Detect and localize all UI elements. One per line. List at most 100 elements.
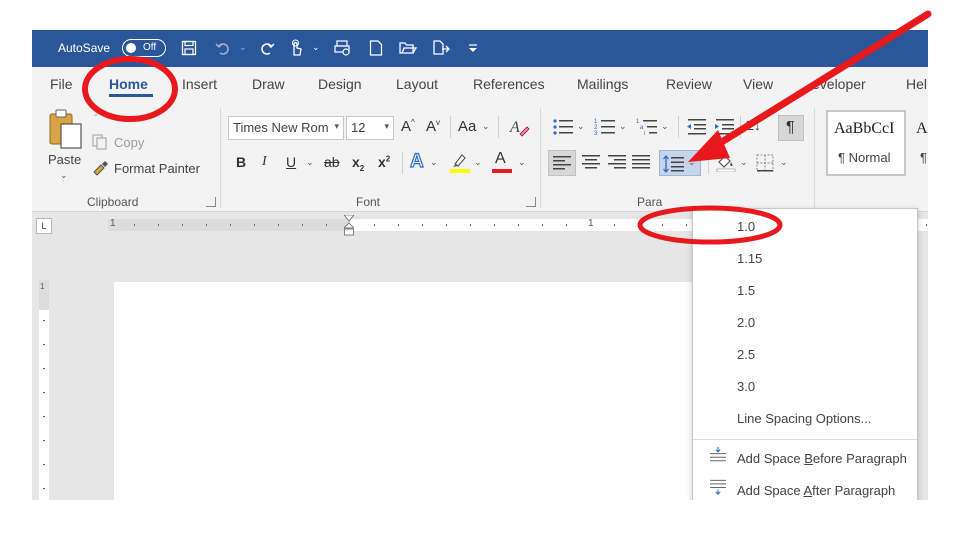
underline-button[interactable]: U xyxy=(286,154,296,170)
borders-dropdown-icon[interactable]: ⌄ xyxy=(780,157,788,168)
copy-button[interactable]: Copy xyxy=(92,132,162,154)
text-effects-button[interactable]: A xyxy=(409,150,424,173)
tab-mailings[interactable]: Mailings xyxy=(577,76,628,92)
font-color-button[interactable]: A xyxy=(492,150,512,176)
save-icon[interactable] xyxy=(178,37,200,59)
group-separator xyxy=(814,108,815,208)
autosave-toggle[interactable]: Off xyxy=(122,39,166,57)
multilevel-dropdown-icon[interactable]: ⌄ xyxy=(661,121,669,132)
paragraph-divider xyxy=(740,116,741,138)
font-color-dropdown-icon[interactable]: ⌄ xyxy=(518,157,526,168)
tab-view[interactable]: View xyxy=(743,76,773,92)
print-preview-icon[interactable] xyxy=(332,37,354,59)
underline-dropdown-icon[interactable]: ⌄ xyxy=(306,157,314,168)
autosave-state: Off xyxy=(143,42,157,53)
tab-draw[interactable]: Draw xyxy=(252,76,285,92)
align-right-icon[interactable] xyxy=(608,155,626,169)
font-name-combo[interactable]: Times New Rom ▾ xyxy=(228,116,344,140)
grow-font-label: A xyxy=(401,118,412,135)
style-no-spacing[interactable]: A ¶ N xyxy=(908,110,928,176)
tab-references[interactable]: References xyxy=(473,76,545,92)
justify-icon[interactable] xyxy=(632,155,650,169)
tab-file[interactable]: File xyxy=(50,76,73,92)
font-name-value: Times New Rom xyxy=(233,120,329,135)
tab-design[interactable]: Design xyxy=(318,76,362,92)
ruler-tick xyxy=(686,224,687,226)
style-normal[interactable]: AaBbCcI ¶ Normal xyxy=(826,110,906,176)
align-left-button[interactable] xyxy=(548,150,576,176)
numbering-icon[interactable]: 1 2 3 xyxy=(594,118,616,136)
bold-button[interactable]: B xyxy=(236,154,246,170)
paste-dropdown-icon[interactable]: ⌄ xyxy=(60,170,68,181)
numbering-dropdown-icon[interactable]: ⌄ xyxy=(619,121,627,132)
highlight-button[interactable] xyxy=(450,152,470,176)
align-center-icon[interactable] xyxy=(582,155,600,169)
font-size-combo[interactable]: 12 ▾ xyxy=(346,116,394,140)
tab-insert[interactable]: Insert xyxy=(182,76,217,92)
change-case-button[interactable]: Aa xyxy=(458,118,476,135)
clear-formatting-icon[interactable]: A xyxy=(508,116,530,138)
superscript-button[interactable]: x2 xyxy=(378,154,390,170)
borders-icon[interactable] xyxy=(756,154,774,172)
indent-marker-icon[interactable] xyxy=(344,215,354,237)
tab-layout[interactable]: Layout xyxy=(396,76,438,92)
line-spacing-2-5[interactable]: 2.5 xyxy=(737,347,755,362)
tab-home[interactable]: Home xyxy=(109,76,148,92)
tab-selector[interactable]: L xyxy=(36,218,52,234)
bullets-dropdown-icon[interactable]: ⌄ xyxy=(577,121,585,132)
open-folder-icon[interactable] xyxy=(397,37,419,59)
strikethrough-button[interactable]: ab xyxy=(324,154,340,170)
font-launcher-icon[interactable] xyxy=(526,197,536,207)
italic-button[interactable]: I xyxy=(262,154,267,170)
line-spacing-button[interactable]: ⌄ xyxy=(659,150,701,176)
shrink-font-button[interactable]: Av xyxy=(426,118,440,135)
line-spacing-icon xyxy=(663,155,684,173)
redo-icon[interactable] xyxy=(256,37,278,59)
line-spacing-1-0[interactable]: 1.0 xyxy=(737,219,755,234)
line-spacing-1-5[interactable]: 1.5 xyxy=(737,283,755,298)
subscript-button[interactable]: x2 xyxy=(352,154,364,173)
line-spacing-options[interactable]: Line Spacing Options... xyxy=(737,411,871,426)
paragraph-divider xyxy=(708,152,709,174)
ruler-tick xyxy=(278,224,279,226)
vertical-ruler-number: 1 xyxy=(40,282,45,291)
multilevel-list-icon[interactable]: 1 a i xyxy=(636,118,658,136)
shading-icon[interactable] xyxy=(716,152,736,172)
tab-developer[interactable]: eveloper xyxy=(812,76,866,92)
tab-review[interactable]: Review xyxy=(666,76,712,92)
change-case-dropdown-icon[interactable]: ⌄ xyxy=(482,121,490,132)
add-space-after-label: Add Space After Paragraph xyxy=(737,483,895,498)
paste-button[interactable]: Paste ⌄ xyxy=(44,108,88,184)
vertical-ruler[interactable]: 1 xyxy=(39,280,49,500)
new-document-icon[interactable] xyxy=(365,37,387,59)
line-spacing-1-15[interactable]: 1.15 xyxy=(737,251,762,266)
shading-dropdown-icon[interactable]: ⌄ xyxy=(740,157,748,168)
style-normal-name: ¶ Normal xyxy=(838,150,891,165)
ribbon-tabs: File Home Insert Draw Design Layout Refe… xyxy=(32,67,928,102)
email-icon[interactable] xyxy=(430,37,452,59)
touch-dropdown-icon[interactable]: ⌄ xyxy=(312,42,320,53)
undo-icon[interactable] xyxy=(212,37,234,59)
format-painter-button[interactable]: Format Painter xyxy=(92,158,212,180)
show-marks-button[interactable]: ¶ xyxy=(778,115,804,141)
line-spacing-3-0[interactable]: 3.0 xyxy=(737,379,755,394)
grow-font-button[interactable]: A^ xyxy=(401,118,415,135)
line-spacing-2-0[interactable]: 2.0 xyxy=(737,315,755,330)
customize-qat-icon[interactable] xyxy=(462,37,484,59)
text-effects-dropdown-icon[interactable]: ⌄ xyxy=(430,157,438,168)
touch-mode-icon[interactable] xyxy=(285,37,307,59)
add-space-after-item[interactable]: Add Space After Paragraph xyxy=(693,477,917,500)
highlight-dropdown-icon[interactable]: ⌄ xyxy=(474,157,482,168)
sort-button[interactable]: Z↓ xyxy=(746,118,760,133)
sort-label: Z↓ xyxy=(746,118,761,133)
tab-help[interactable]: Hel xyxy=(906,76,927,92)
scissors-icon[interactable]: ✂ xyxy=(94,106,105,122)
increase-indent-icon[interactable] xyxy=(714,118,736,136)
undo-dropdown-icon[interactable]: ⌄ xyxy=(239,42,247,53)
bullets-icon[interactable] xyxy=(552,118,574,136)
decrease-indent-icon[interactable] xyxy=(686,118,708,136)
ruler-tick xyxy=(662,224,663,226)
add-space-before-item[interactable]: Add Space Before Paragraph xyxy=(693,445,917,471)
clipboard-launcher-icon[interactable] xyxy=(206,197,216,207)
ruler-left-margin xyxy=(108,219,350,231)
